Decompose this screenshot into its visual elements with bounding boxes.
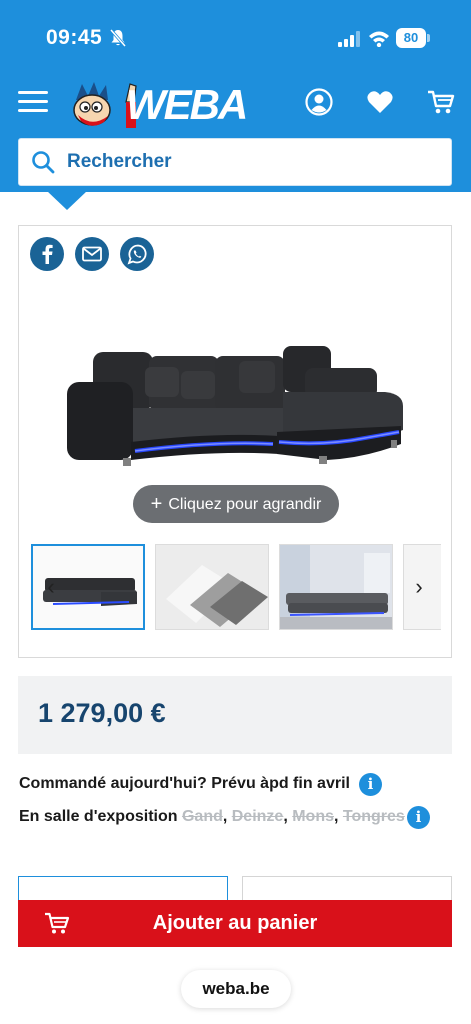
separator: , [283,808,293,825]
battery-indicator: 80 [396,28,430,48]
menu-icon-bar [18,109,48,112]
thumbnail-strip: ‹ › [31,544,441,632]
battery-tip [427,34,430,42]
product-gallery: + Cliquez pour agrandir ‹ › [18,225,452,658]
mail-icon [82,246,102,262]
showroom-deinze: Deinze [231,808,284,825]
thumbnail-next-arrow[interactable]: › [407,572,431,602]
search-icon[interactable] [31,150,55,174]
separator: , [334,808,343,825]
brand-wordmark: WEBA [126,81,248,128]
weba-logo[interactable]: WEBA [64,80,276,130]
showroom-info: En salle d'exposition Gand, Deinze, Mons… [19,808,405,826]
fabric-swatches-thumbnail[interactable] [155,544,269,630]
menu-button[interactable] [18,91,48,113]
header-pointer [47,191,87,210]
mute-bell-icon [110,29,126,47]
share-facebook-button[interactable] [30,237,64,271]
living-room-image [280,545,392,629]
header-bar: 09:45 80 WEBA Rechercher [0,0,471,192]
price-box: 1 279,00 € [18,676,452,754]
fabric-swatches-image [156,545,268,629]
showroom-label: En salle d'exposition [19,808,178,825]
signal-icon [338,31,360,47]
menu-icon-bar [18,91,48,94]
share-whatsapp-button[interactable] [120,237,154,271]
battery-level: 80 [396,28,426,48]
browser-url[interactable]: weba.be [181,970,291,1008]
add-to-cart-button[interactable]: Ajouter au panier [18,900,452,947]
heart-icon[interactable] [366,88,394,116]
add-to-cart-label: Ajouter au panier [152,912,318,934]
product-price: 1 279,00 € [38,698,166,728]
showroom-mons: Mons [292,808,334,825]
whatsapp-icon [127,244,147,265]
facebook-icon [42,244,53,264]
delivery-info: Commandé aujourd'hui? Prévu àpd fin avri… [19,775,350,792]
living-room-thumbnail[interactable] [279,544,393,630]
menu-icon-bar [18,100,48,103]
delivery-info-icon[interactable]: i [359,773,382,796]
showroom-tongres: Tongres [342,808,405,825]
user-icon[interactable] [305,88,333,116]
showroom-info-icon[interactable]: i [407,806,430,829]
thumbnail-prev-arrow[interactable]: ‹ [39,572,63,602]
cart-icon[interactable] [427,88,455,116]
search-input[interactable] [67,139,437,185]
plus-icon: + [150,493,163,515]
separator: , [222,808,232,825]
zoom-button[interactable]: + Cliquez pour agrandir [133,485,339,523]
search-bar[interactable] [18,138,452,186]
share-mail-button[interactable] [75,237,109,271]
wifi-icon [369,31,389,47]
product-main-image[interactable] [65,334,411,474]
status-bar: 09:45 80 [0,0,471,78]
status-time: 09:45 [46,26,103,49]
showroom-gand: Gand [181,808,223,825]
zoom-label: Cliquez pour agrandir [168,496,322,513]
